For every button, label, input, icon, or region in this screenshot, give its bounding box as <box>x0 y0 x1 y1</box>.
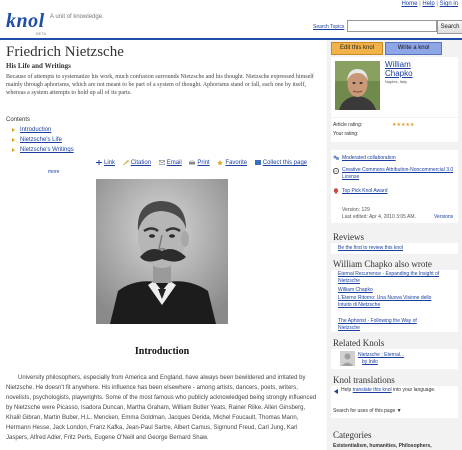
toc-item-life[interactable]: Nietzsche's Life <box>20 137 62 143</box>
version-number: Version: 129 <box>342 207 370 213</box>
license-link[interactable]: Creative Commons Attribution-Noncommerci… <box>342 167 456 181</box>
translate-knol-link[interactable]: translate this knol <box>353 387 392 393</box>
introduction-heading: Introduction <box>134 346 190 357</box>
translations-suffix-text: into your language. <box>393 387 436 393</box>
related-knol-thumbnail[interactable] <box>340 351 355 366</box>
article-rating-label: Article rating: <box>333 122 363 128</box>
translate-icon <box>334 389 338 394</box>
email-icon <box>158 160 165 165</box>
versions-link[interactable]: Versions <box>434 214 453 220</box>
award-icon <box>333 188 339 194</box>
article-actions: Link Citation Email Print Favorite Colle… <box>96 160 313 166</box>
page-subtitle: His Life and Writings <box>6 62 71 70</box>
tagline: A unit of knowledge. <box>50 14 104 20</box>
sign-in-link[interactable]: Sign in <box>440 1 458 7</box>
related-knol-author[interactable]: by Inilo <box>362 359 378 366</box>
knol-logo[interactable]: knol <box>6 10 45 33</box>
toc-item-writings[interactable]: Nietzsche's Writings <box>20 147 74 153</box>
collect-action[interactable]: Collect this page <box>263 160 307 166</box>
contents-label: Contents <box>6 117 31 123</box>
moderated-collaboration-link[interactable]: Moderated collaboration <box>342 155 396 161</box>
reviews-heading: Reviews <box>333 232 364 242</box>
also-wrote-item[interactable]: L'Eterno Ritorno: Una Nuova Visione dell… <box>338 295 438 309</box>
search-input[interactable] <box>347 20 437 32</box>
email-action[interactable]: Email <box>167 160 182 166</box>
toc-item-introduction[interactable]: Introduction <box>20 127 51 133</box>
table-of-contents: Introduction Nietzsche's Life Nietzsche'… <box>12 125 74 155</box>
nietzsche-portrait-image <box>96 179 228 324</box>
also-wrote-item[interactable]: The Aphorist - Following the Way of Niet… <box>338 318 438 332</box>
link-icon <box>96 160 102 165</box>
help-link[interactable]: Help <box>422 1 434 7</box>
categories-list[interactable]: Existentialism, humanities, Philosophers… <box>333 443 432 449</box>
last-edited: Last edited: Apr 4, 2010 3:05 AM. <box>342 214 416 220</box>
collect-icon <box>254 160 261 165</box>
translations-text: Help translate this knol into your langu… <box>341 387 451 394</box>
your-rating-label: Your rating: <box>333 131 359 137</box>
citation-action[interactable]: Citation <box>131 160 151 166</box>
also-wrote-heading: William Chapko also wrote <box>333 259 432 269</box>
edit-knol-button[interactable]: Edit this knol <box>331 42 383 55</box>
author-avatar[interactable] <box>335 61 380 110</box>
collaboration-icon <box>333 155 339 160</box>
version-info: Version: 129 Last edited: Apr 4, 2010 3:… <box>342 207 416 221</box>
related-knols-heading: Related Knols <box>333 338 385 348</box>
search-button[interactable]: Search <box>437 20 462 34</box>
author-location: Naples, Italy <box>385 79 408 84</box>
favorite-icon <box>217 160 224 165</box>
also-wrote-author[interactable]: William Chapko <box>338 287 373 294</box>
categories-heading: Categories <box>333 430 372 440</box>
svg-text:cc: cc <box>334 169 338 173</box>
author-name-link[interactable]: William Chapko <box>385 60 435 78</box>
write-knol-button[interactable]: Write a knol <box>385 42 442 55</box>
citation-icon <box>122 160 129 165</box>
search-uses-link[interactable]: Search for uses of this page ▼ <box>333 408 402 414</box>
dropdown-arrow-icon: ▼ <box>396 408 402 414</box>
translations-help-text: Help <box>341 387 352 393</box>
search-topics-link[interactable]: Search Topics <box>313 24 344 30</box>
knol-translations-heading: Knol translations <box>333 375 395 385</box>
top-links: Home | Help | Sign in <box>401 1 458 7</box>
introduction-paragraph: University philosophers, especially from… <box>6 375 317 441</box>
favorite-action[interactable]: Favorite <box>225 160 247 166</box>
award-link[interactable]: Top Pick Knol Award <box>342 188 388 194</box>
also-wrote-item[interactable]: Eternal Recurrence - Expanding the Insig… <box>338 271 456 285</box>
print-icon <box>189 160 196 165</box>
print-action[interactable]: Print <box>197 160 209 166</box>
article-rating-stars: ★★★★★ <box>392 122 415 128</box>
home-link[interactable]: Home <box>401 1 417 7</box>
first-review-link[interactable]: Be the first to review this knol <box>338 245 403 252</box>
link-action[interactable]: Link <box>104 160 115 166</box>
creative-commons-icon: cc <box>333 168 339 174</box>
related-knol-link[interactable]: Nietzsche ; Eternal... <box>358 352 404 359</box>
article-summary: Because of attempts to systematize his w… <box>6 74 314 96</box>
page-title: Friedrich Nietzsche <box>6 44 124 60</box>
logo-beta-badge: BETA <box>36 31 47 36</box>
more-link[interactable]: more <box>48 169 59 175</box>
